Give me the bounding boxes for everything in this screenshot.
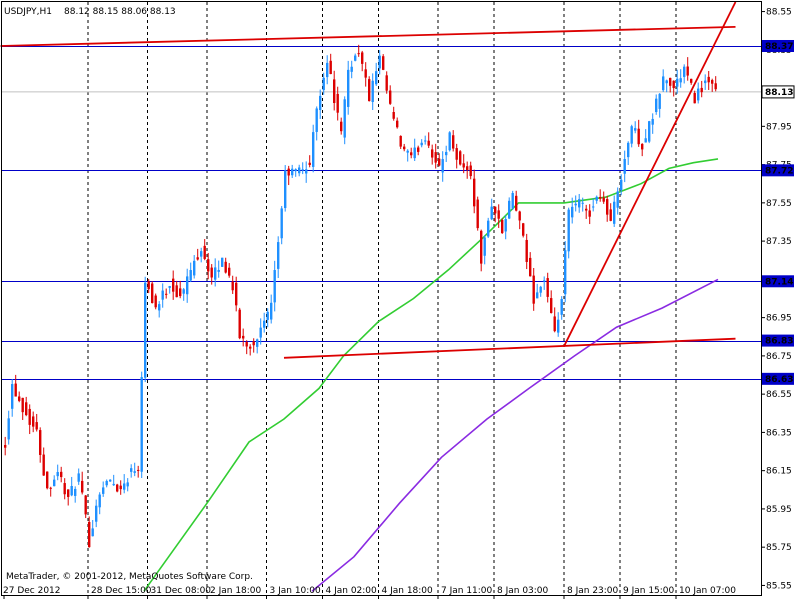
x-tick-label: 2 Jan 18:00 (210, 586, 262, 596)
x-tick-label: 3 Jan 10:00 (270, 586, 322, 596)
x-tick-label: 27 Dec 2012 (3, 586, 61, 596)
candle (459, 150, 462, 166)
candle (511, 190, 514, 211)
candle (564, 241, 567, 303)
x-tick-label: 8 Jan 23:00 (567, 586, 619, 596)
candle (382, 54, 385, 71)
symbol-header: USDJPY,H1 (4, 7, 52, 17)
candle (144, 276, 147, 383)
candle (476, 196, 479, 231)
candle (648, 120, 651, 144)
level-tag-label: 86.63 (765, 375, 793, 385)
watermark: MetaTrader, © 2001-2012, MetaQuotes Soft… (6, 572, 253, 582)
candle (343, 96, 346, 145)
y-tick-label: 86.95 (766, 314, 792, 324)
y-tick-label: 88.55 (766, 8, 792, 18)
candle (448, 131, 451, 152)
candle (154, 293, 157, 310)
level-tag-label: 87.14 (765, 277, 793, 287)
x-tick-label: 4 Jan 02:00 (326, 586, 378, 596)
y-tick-label: 85.95 (766, 505, 792, 515)
last-price-label: 88.13 (765, 88, 793, 98)
candle (46, 471, 49, 490)
price-chart[interactable]: 88.5588.3588.1387.9587.7587.5587.3587.15… (0, 0, 800, 600)
x-tick-label: 9 Jan 15:00 (623, 586, 675, 596)
candle (140, 371, 143, 478)
candle (238, 307, 241, 340)
x-tick-label: 4 Jan 18:00 (382, 586, 434, 596)
y-tick-label: 86.35 (766, 428, 792, 438)
level-tag-label: 86.83 (765, 337, 793, 347)
x-tick-label: 8 Jan 03:00 (497, 586, 549, 596)
candle (284, 165, 287, 212)
candle (487, 217, 490, 239)
y-tick-label: 85.55 (766, 581, 792, 591)
candle (151, 281, 154, 304)
candle (567, 207, 570, 259)
x-tick-label: 7 Jan 11:00 (441, 586, 493, 596)
y-tick-label: 86.15 (766, 467, 792, 477)
x-tick-label: 31 Dec 08:00 (151, 586, 212, 596)
y-tick-label: 87.95 (766, 122, 792, 132)
y-tick-label: 86.75 (766, 352, 792, 362)
x-tick-label: 28 Dec 15:00 (91, 586, 152, 596)
candle (116, 483, 119, 493)
candle (501, 218, 504, 234)
level-tag-label: 87.72 (765, 166, 793, 176)
ohlc-header: 88.12 88.15 88.06 88.13 (64, 7, 176, 17)
candle (221, 257, 224, 268)
y-tick-label: 87.35 (766, 237, 792, 247)
chart-background (0, 0, 800, 600)
x-tick-label: 10 Jan 07:00 (679, 586, 736, 596)
candle (522, 222, 525, 238)
level-tag-label: 88.37 (765, 42, 793, 52)
y-tick-label: 87.55 (766, 199, 792, 209)
y-tick-label: 86.55 (766, 390, 792, 400)
candle (368, 76, 371, 102)
y-tick-label: 85.75 (766, 543, 792, 553)
